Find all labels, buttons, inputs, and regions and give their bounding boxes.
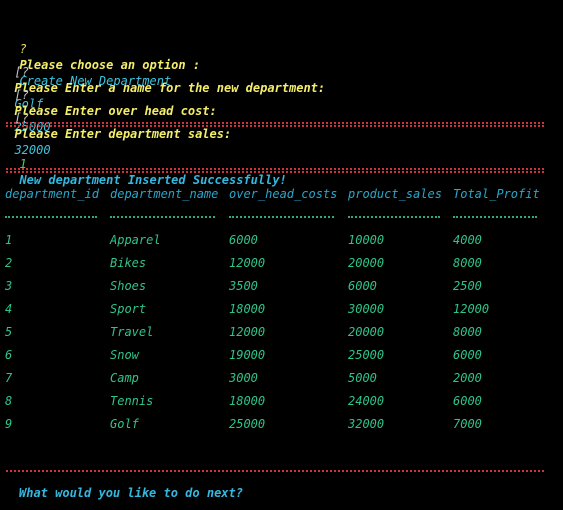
next-action-prompt: What would you like to do next?	[19, 486, 243, 500]
separator-double	[6, 122, 544, 127]
cell-total-profit: 12000	[453, 302, 490, 316]
cell-department-name: Snow	[110, 348, 139, 362]
cell-total-profit: 4000	[453, 233, 482, 247]
cell-total-profit: 6000	[453, 394, 482, 408]
col-header-department-id: department_id	[5, 187, 99, 201]
cell-product-sales: 32000	[348, 417, 385, 431]
cell-department-id: 7	[5, 371, 13, 385]
prompt-line-4: [? Please Enter department sales: 32000	[0, 94, 231, 157]
success-message: New department Inserted Successfully!	[19, 173, 287, 187]
prompt-line-3: [? Please Enter over head cost: 25000	[0, 71, 216, 134]
cell-over-head-costs: 18000	[229, 394, 266, 408]
cell-department-id: 3	[5, 279, 13, 293]
cell-department-id: 8	[5, 394, 13, 408]
cell-product-sales: 5000	[348, 371, 377, 385]
col-header-department-name: department_name	[110, 187, 219, 201]
cell-department-name: Sport	[110, 302, 147, 316]
cell-over-head-costs: 19000	[229, 348, 266, 362]
col-header-over-head-costs: over_head_costs	[229, 187, 338, 201]
prompt-line-2: [? Please Enter a name for the new depar…	[0, 48, 325, 111]
cell-department-id: 2	[5, 256, 13, 270]
cell-over-head-costs: 3500	[229, 279, 258, 293]
cell-over-head-costs: 6000	[229, 233, 258, 247]
cell-department-name: Camp	[110, 371, 139, 385]
cell-product-sales: 20000	[348, 256, 385, 270]
cell-product-sales: 10000	[348, 233, 385, 247]
cell-product-sales: 6000	[348, 279, 377, 293]
cell-total-profit: 8000	[453, 256, 482, 270]
cell-total-profit: 8000	[453, 325, 482, 339]
col-underline	[5, 216, 97, 220]
cell-over-head-costs: 3000	[229, 371, 258, 385]
cell-product-sales: 20000	[348, 325, 385, 339]
success-line: 1 New department Inserted Successfully!	[5, 140, 286, 187]
cell-product-sales: 30000	[348, 302, 385, 316]
cell-department-id: 5	[5, 325, 13, 339]
cell-product-sales: 25000	[348, 348, 385, 362]
cell-department-name: Golf	[110, 417, 139, 431]
cell-department-name: Tennis	[110, 394, 154, 408]
prompt-line-1: ? Please choose an option : Create New D…	[5, 25, 200, 88]
cell-total-profit: 7000	[453, 417, 482, 431]
cell-product-sales: 24000	[348, 394, 385, 408]
cell-total-profit: 2500	[453, 279, 482, 293]
col-underline	[453, 216, 537, 220]
cell-department-name: Travel	[110, 325, 154, 339]
cell-department-id: 4	[5, 302, 13, 316]
col-underline	[110, 216, 215, 220]
col-underline	[348, 216, 440, 220]
cell-department-id: 6	[5, 348, 13, 362]
col-underline	[229, 216, 334, 220]
cell-over-head-costs: 12000	[229, 325, 266, 339]
cell-over-head-costs: 18000	[229, 302, 266, 316]
cell-total-profit: 6000	[453, 348, 482, 362]
cell-department-name: Apparel	[110, 233, 161, 247]
cell-department-name: Shoes	[110, 279, 147, 293]
col-header-total-profit: Total_Profit	[453, 187, 540, 201]
separator-single	[6, 470, 544, 474]
cell-over-head-costs: 25000	[229, 417, 266, 431]
cell-department-name: Bikes	[110, 256, 147, 270]
cell-total-profit: 2000	[453, 371, 482, 385]
separator-double	[6, 168, 544, 173]
cell-department-id: 9	[5, 417, 13, 431]
col-header-product-sales: product_sales	[348, 187, 442, 201]
prompt-question: Please Enter department sales:	[14, 127, 232, 141]
cell-department-id: 1	[5, 233, 13, 247]
cell-over-head-costs: 12000	[229, 256, 266, 270]
